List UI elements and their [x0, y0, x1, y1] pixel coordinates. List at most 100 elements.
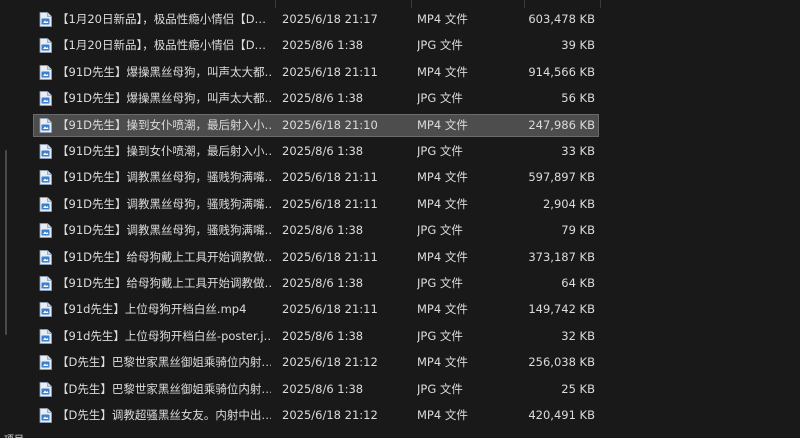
file-name: 【1月20日新品】，极品性瘾小情侣【D… — [57, 38, 267, 53]
document-file-icon — [39, 64, 52, 80]
document-file-icon — [39, 249, 52, 265]
column-divider-size[interactable] — [600, 0, 601, 8]
column-divider-date[interactable] — [411, 0, 412, 8]
file-date-modified: 2025/8/6 1:38 — [282, 144, 364, 158]
file-size: 420,491 KB — [528, 408, 595, 422]
file-date-modified: 2025/8/6 1:38 — [282, 38, 364, 53]
file-date-modified: 2025/6/18 21:11 — [282, 302, 378, 317]
file-type: MP4 文件 — [417, 64, 468, 79]
document-file-icon — [39, 91, 52, 107]
file-name: 【91D先生】调教黑丝母狗，骚贱狗满嘴… — [57, 170, 271, 185]
file-date-modified: 2025/8/6 1:38 — [282, 91, 364, 106]
file-row[interactable]: 【91D先生】给母狗戴上工具开始调教做… 2025/8/6 1:38 JPG 文… — [33, 272, 599, 295]
document-file-icon — [39, 355, 52, 371]
file-date-modified: 2025/6/18 21:12 — [282, 355, 378, 370]
file-type: JPG 文件 — [417, 144, 463, 158]
document-file-icon — [39, 170, 52, 186]
file-name: 【1月20日新品】，极品性瘾小情侣【D… — [57, 12, 267, 26]
file-size: 64 KB — [561, 276, 595, 290]
file-row[interactable]: 【91D先生】操到女仆喷潮，最后射入小… 2025/6/18 21:10 MP4… — [33, 113, 599, 137]
navigation-pane[interactable] — [0, 0, 33, 438]
file-row[interactable]: 【D先生】巴黎世家黑丝御姐乘骑位内射… 2025/8/6 1:38 JPG 文件… — [33, 378, 599, 401]
file-type: JPG 文件 — [417, 91, 463, 106]
document-file-icon — [39, 408, 52, 423]
file-name: 【91d先生】上位母狗开档白丝-poster.j… — [57, 328, 271, 343]
document-file-icon — [39, 144, 52, 159]
file-date-modified: 2025/6/18 21:11 — [282, 249, 378, 264]
file-type: JPG 文件 — [417, 38, 463, 53]
column-divider-name[interactable] — [275, 0, 276, 8]
file-row[interactable]: 【D先生】巴黎世家黑丝御姐乘骑位内射… 2025/6/18 21:12 MP4 … — [33, 351, 599, 374]
file-type: JPG 文件 — [417, 276, 463, 290]
file-name: 【91D先生】爆操黑丝母狗，叫声太大都… — [57, 91, 271, 106]
document-file-icon — [39, 276, 52, 291]
file-size: 603,478 KB — [528, 12, 595, 26]
file-name: 【D先生】调教超骚黑丝女友。内射中出… — [57, 408, 271, 422]
file-name: 【91D先生】调教黑丝母狗，骚贱狗满嘴… — [57, 196, 271, 211]
file-size: 256,038 KB — [528, 355, 595, 370]
file-date-modified: 2025/8/6 1:38 — [282, 381, 364, 396]
document-file-icon — [39, 223, 52, 239]
file-size: 79 KB — [561, 223, 595, 238]
file-type: MP4 文件 — [417, 355, 468, 370]
file-size: 33 KB — [561, 144, 595, 158]
file-size: 247,986 KB — [528, 117, 595, 132]
column-divider-type[interactable] — [524, 0, 525, 8]
file-row[interactable]: 【1月20日新品】，极品性瘾小情侣【D… 2025/6/18 21:17 MP4… — [33, 8, 599, 31]
file-size: 149,742 KB — [528, 302, 595, 317]
file-row[interactable]: 【D先生】调教超骚黑丝女友。内射中出… 2025/6/18 21:12 MP4 … — [33, 404, 599, 427]
file-type: JPG 文件 — [417, 223, 463, 238]
file-row[interactable]: 【91D先生】爆操黑丝母狗，叫声太大都… 2025/8/6 1:38 JPG 文… — [33, 87, 599, 110]
document-file-icon — [39, 381, 52, 397]
file-row[interactable]: 【91D先生】调教黑丝母狗，骚贱狗满嘴… 2025/6/18 21:11 MP4… — [33, 193, 599, 216]
file-date-modified: 2025/6/18 21:11 — [282, 64, 378, 79]
file-row[interactable]: 【91d先生】上位母狗开档白丝-poster.j… 2025/8/6 1:38 … — [33, 325, 599, 348]
file-type: MP4 文件 — [417, 196, 468, 211]
status-bar: 项目 — [0, 429, 800, 438]
file-size: 373,187 KB — [528, 249, 595, 264]
file-name: 【91d先生】上位母狗开档白丝.mp4 — [57, 302, 247, 317]
file-type: MP4 文件 — [417, 249, 468, 264]
file-row[interactable]: 【91D先生】爆操黑丝母狗，叫声太大都… 2025/6/18 21:11 MP4… — [33, 61, 599, 84]
file-type: MP4 文件 — [417, 12, 468, 26]
file-name: 【91D先生】给母狗戴上工具开始调教做… — [57, 249, 271, 264]
file-size: 56 KB — [561, 91, 595, 106]
file-date-modified: 2025/6/18 21:12 — [282, 408, 378, 422]
file-name: 【91D先生】操到女仆喷潮，最后射入小… — [57, 144, 271, 158]
file-size: 39 KB — [561, 38, 595, 53]
file-size: 2,904 KB — [542, 196, 595, 211]
document-file-icon — [39, 328, 52, 344]
file-name: 【D先生】巴黎世家黑丝御姐乘骑位内射… — [57, 381, 271, 396]
file-size: 597,897 KB — [528, 170, 595, 185]
file-row[interactable]: 【91D先生】给母狗戴上工具开始调教做… 2025/6/18 21:11 MP4… — [33, 246, 599, 269]
file-type: MP4 文件 — [417, 117, 468, 132]
document-file-icon — [39, 12, 52, 27]
document-file-icon — [39, 302, 52, 318]
navigation-scrollbar[interactable] — [5, 150, 7, 335]
file-name: 【91D先生】调教黑丝母狗，骚贱狗满嘴… — [57, 223, 271, 238]
file-date-modified: 2025/6/18 21:10 — [282, 117, 378, 132]
file-name: 【D先生】巴黎世家黑丝御姐乘骑位内射… — [57, 355, 271, 370]
file-date-modified: 2025/8/6 1:38 — [282, 276, 364, 290]
file-date-modified: 2025/6/18 21:17 — [282, 12, 378, 26]
file-row[interactable]: 【91D先生】调教黑丝母狗，骚贱狗满嘴… 2025/6/18 21:11 MP4… — [33, 166, 599, 189]
file-date-modified: 2025/8/6 1:38 — [282, 328, 364, 343]
file-name: 【91D先生】爆操黑丝母狗，叫声太大都… — [57, 64, 271, 79]
file-row[interactable]: 【91D先生】操到女仆喷潮，最后射入小… 2025/8/6 1:38 JPG 文… — [33, 140, 599, 163]
file-type: JPG 文件 — [417, 381, 463, 396]
file-date-modified: 2025/8/6 1:38 — [282, 223, 364, 238]
file-date-modified: 2025/6/18 21:11 — [282, 196, 378, 211]
file-size: 25 KB — [561, 381, 595, 396]
file-size: 914,566 KB — [528, 64, 595, 79]
file-name: 【91D先生】操到女仆喷潮，最后射入小… — [57, 117, 271, 132]
status-item-count-label: 项目 — [4, 431, 24, 438]
file-type: MP4 文件 — [417, 408, 468, 422]
document-file-icon — [39, 196, 52, 212]
file-date-modified: 2025/6/18 21:11 — [282, 170, 378, 185]
document-file-icon — [39, 38, 52, 54]
file-row[interactable]: 【91D先生】调教黑丝母狗，骚贱狗满嘴… 2025/8/6 1:38 JPG 文… — [33, 219, 599, 242]
file-row[interactable]: 【1月20日新品】，极品性瘾小情侣【D… 2025/8/6 1:38 JPG 文… — [33, 34, 599, 57]
file-name: 【91D先生】给母狗戴上工具开始调教做… — [57, 276, 271, 290]
file-row[interactable]: 【91d先生】上位母狗开档白丝.mp4 2025/6/18 21:11 MP4 … — [33, 298, 599, 321]
file-type: MP4 文件 — [417, 302, 468, 317]
